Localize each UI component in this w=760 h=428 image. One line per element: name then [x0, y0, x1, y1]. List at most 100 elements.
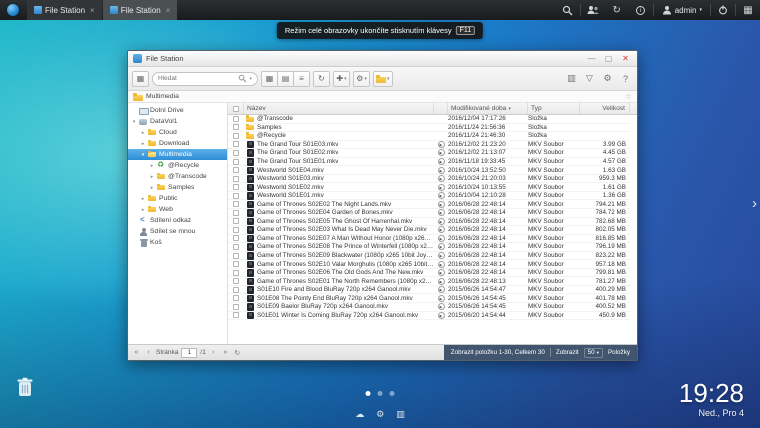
- row-checkbox[interactable]: [233, 141, 239, 147]
- play-icon[interactable]: ▶: [438, 243, 445, 250]
- expand-arrow-icon[interactable]: ▸: [140, 130, 146, 136]
- sidebar-item[interactable]: Sdílení odkaz: [128, 215, 227, 226]
- admin-menu[interactable]: admin ▾: [654, 5, 710, 15]
- table-row[interactable]: Westworld S01E02.mkv ▶ 2016/10/24 10:13:…: [228, 183, 630, 192]
- play-icon[interactable]: ▶: [438, 184, 445, 191]
- next-desktop-arrow[interactable]: ›: [752, 195, 757, 212]
- search-input[interactable]: [158, 75, 236, 82]
- sidebar-item[interactable]: ▸ Public: [128, 193, 227, 204]
- play-icon[interactable]: ▶: [438, 141, 445, 148]
- detail-view-button[interactable]: ≡: [293, 71, 310, 87]
- expand-arrow-icon[interactable]: ▸: [149, 163, 155, 169]
- table-row[interactable]: @Recycle ▶ 2016/11/24 21:46:30 Složka: [228, 132, 630, 141]
- play-icon[interactable]: ▶: [438, 303, 445, 310]
- maximize-button[interactable]: ▢: [602, 52, 615, 66]
- table-row[interactable]: Game of Thrones S02E08 The Prince of Win…: [228, 243, 630, 252]
- recycle-bin-shortcut[interactable]: [16, 377, 34, 402]
- favorite-star-icon[interactable]: ☆: [625, 92, 632, 101]
- expand-arrow-icon[interactable]: ▸: [140, 207, 146, 213]
- row-checkbox[interactable]: [233, 304, 239, 310]
- refresh-button[interactable]: ↻: [313, 71, 330, 87]
- last-page-icon[interactable]: »: [221, 349, 230, 356]
- table-row[interactable]: S01E09 Baelor BluRay 720p x264 Ganool.mk…: [228, 303, 630, 312]
- close-icon[interactable]: ×: [90, 6, 95, 15]
- table-row[interactable]: Game of Thrones S02E04 Garden of Bones.m…: [228, 209, 630, 218]
- row-checkbox[interactable]: [233, 244, 239, 250]
- expand-arrow-icon[interactable]: ▸: [140, 196, 146, 202]
- row-checkbox[interactable]: [233, 287, 239, 293]
- row-checkbox[interactable]: [233, 193, 239, 199]
- thumbnail-view-button[interactable]: ▦: [261, 71, 278, 87]
- next-page-icon[interactable]: ›: [209, 349, 218, 356]
- sidebar-item[interactable]: ▸ Web: [128, 204, 227, 215]
- play-icon[interactable]: ▶: [438, 209, 445, 216]
- play-icon[interactable]: ▶: [438, 167, 445, 174]
- play-icon[interactable]: ▶: [438, 235, 445, 242]
- row-checkbox[interactable]: [233, 116, 239, 122]
- table-row[interactable]: The Grand Tour S01E03.mkv ▶ 2016/12/02 2…: [228, 141, 630, 150]
- table-row[interactable]: S01E10 Fire and Blood BluRay 720p x264 G…: [228, 286, 630, 295]
- play-icon[interactable]: ▶: [438, 286, 445, 293]
- table-row[interactable]: Game of Thrones S02E09 Blackwater (1080p…: [228, 252, 630, 261]
- row-checkbox[interactable]: [233, 270, 239, 276]
- play-icon[interactable]: ▶: [438, 192, 445, 199]
- table-row[interactable]: Game of Thrones S02E06 The Old Gods And …: [228, 269, 630, 278]
- list-view-button[interactable]: ▤: [277, 71, 294, 87]
- play-icon[interactable]: ▶: [438, 295, 445, 302]
- row-checkbox[interactable]: [233, 176, 239, 182]
- more-actions-button[interactable]: ⚙▾: [353, 71, 370, 87]
- play-icon[interactable]: ▶: [438, 312, 445, 319]
- settings-gear-icon[interactable]: ⚙: [600, 73, 615, 84]
- notifications-icon[interactable]: ↻: [605, 0, 629, 20]
- page-input[interactable]: [181, 348, 197, 358]
- row-checkbox[interactable]: [233, 261, 239, 267]
- table-row[interactable]: Samples ▶ 2016/11/24 21:56:36 Složka: [228, 124, 630, 133]
- table-row[interactable]: Westworld S01E03.mkv ▶ 2016/10/24 21:20:…: [228, 175, 630, 184]
- table-row[interactable]: S01E01 Winter Is Coming BluRay 720p x264…: [228, 312, 630, 321]
- row-checkbox[interactable]: [233, 253, 239, 259]
- table-row[interactable]: The Grand Tour S01E01.mkv ▶ 2016/11/18 1…: [228, 158, 630, 167]
- home-grid-button[interactable]: ▦: [132, 71, 149, 87]
- sidebar-item[interactable]: ▸ @Recycle: [128, 160, 227, 171]
- search-icon[interactable]: [238, 74, 247, 83]
- sidebar-item[interactable]: Dolní Drive: [128, 105, 227, 116]
- info-icon[interactable]: i: [629, 0, 653, 20]
- table-row[interactable]: Game of Thrones S02E07 A Man Without Hon…: [228, 235, 630, 244]
- columns-icon[interactable]: ▥: [396, 409, 405, 420]
- row-checkbox[interactable]: [233, 159, 239, 165]
- table-row[interactable]: The Grand Tour S01E02.mkv ▶ 2016/12/02 2…: [228, 149, 630, 158]
- table-row[interactable]: Game of Thrones S02E10 Valar Morghulis (…: [228, 260, 630, 269]
- page-dot-1[interactable]: [366, 391, 371, 396]
- sidebar-item[interactable]: ▸ Download: [128, 138, 227, 149]
- background-tasks-icon[interactable]: [581, 0, 605, 20]
- table-row[interactable]: S01E08 The Pointy End BluRay 720p x264 G…: [228, 294, 630, 303]
- expand-arrow-icon[interactable]: ▸: [140, 141, 146, 147]
- table-row[interactable]: Game of Thrones S02E02 The Night Lands.m…: [228, 200, 630, 209]
- expand-arrow-icon[interactable]: ▾: [131, 119, 137, 125]
- window-titlebar[interactable]: File Station — ▢ ✕: [128, 51, 637, 67]
- sidebar-item[interactable]: ▾ DataVol1: [128, 116, 227, 127]
- help-icon[interactable]: ?: [618, 74, 633, 84]
- sidebar-item[interactable]: Koš: [128, 237, 227, 248]
- table-row[interactable]: Westworld S01E01.mkv ▶ 2016/10/04 12:10:…: [228, 192, 630, 201]
- row-checkbox[interactable]: [233, 201, 239, 207]
- row-checkbox[interactable]: [233, 278, 239, 284]
- tab-file-station-1[interactable]: File Station ×: [27, 0, 102, 20]
- play-icon[interactable]: ▶: [438, 158, 445, 165]
- table-row[interactable]: Game of Thrones S02E03 What Is Dead May …: [228, 226, 630, 235]
- tools-icon[interactable]: ⚙: [376, 409, 384, 420]
- column-size[interactable]: Velikost: [580, 103, 630, 114]
- play-icon[interactable]: ▶: [438, 218, 445, 225]
- column-type[interactable]: Typ: [528, 103, 580, 114]
- table-row[interactable]: @Transcode ▶ 2016/12/04 17:17:26 Složka: [228, 115, 630, 124]
- copy-move-button[interactable]: ▾: [373, 71, 393, 87]
- row-checkbox[interactable]: [233, 227, 239, 233]
- close-button[interactable]: ✕: [619, 52, 632, 66]
- row-checkbox[interactable]: [233, 210, 239, 216]
- breadcrumb-folder[interactable]: Multimedia: [146, 93, 179, 100]
- power-icon[interactable]: [711, 0, 735, 20]
- play-icon[interactable]: ▶: [438, 175, 445, 182]
- row-checkbox[interactable]: [233, 295, 239, 301]
- table-row[interactable]: Westworld S01E04.mkv ▶ 2016/10/24 13:52:…: [228, 166, 630, 175]
- chevron-down-icon[interactable]: ▾: [249, 76, 252, 82]
